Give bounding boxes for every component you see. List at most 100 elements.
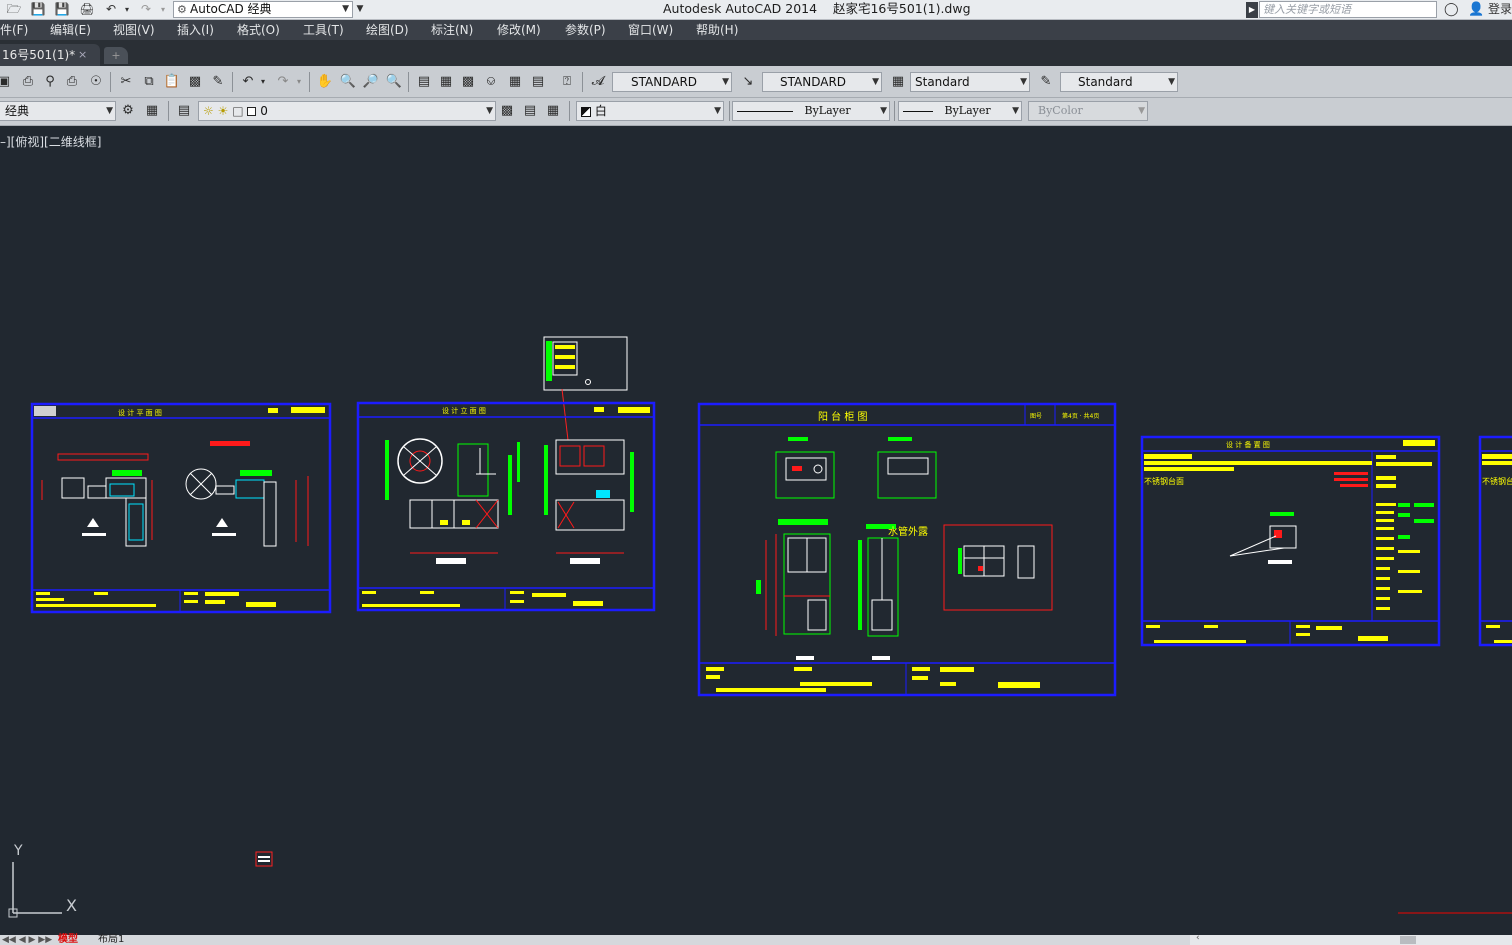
sheet-set-icon[interactable]: ⎉ (481, 72, 501, 92)
close-icon[interactable]: × (78, 44, 87, 66)
customize-icon[interactable]: ▦ (142, 101, 162, 121)
binoculars-icon[interactable]: ◯ (1444, 1, 1459, 18)
publish-icon[interactable]: ⎙ (62, 72, 82, 92)
tool-palettes-icon[interactable]: ▩ (458, 72, 478, 92)
pan-icon[interactable]: ✋ (315, 72, 335, 92)
layer-color-swatch (247, 107, 257, 116)
lineweight-select[interactable]: ByLayer ▼ (898, 101, 1022, 121)
undo-icon[interactable]: ↶ (238, 72, 258, 92)
properties-icon[interactable]: ▤ (414, 72, 434, 92)
open-icon[interactable]: 🗁 (6, 2, 22, 17)
sheet-4-layout: 设 计 备 置 图 不锈钢台面 (1140, 435, 1441, 647)
block-editor-icon[interactable]: ✎ (208, 72, 228, 92)
search-expand-icon[interactable]: ▶ (1246, 2, 1258, 18)
horizontal-scrollbar[interactable]: ‹ (1190, 933, 1512, 945)
menu-edit[interactable]: 编辑(E) (50, 20, 91, 40)
user-icon[interactable]: 👤 (1468, 1, 1484, 18)
toolbar-separator (729, 101, 730, 121)
copy-icon[interactable]: ⧉ (139, 72, 159, 92)
menu-window[interactable]: 窗口(W) (628, 20, 673, 40)
search-input[interactable]: 键入关键字或短语 (1259, 1, 1437, 18)
menu-file[interactable]: 件(F) (0, 20, 28, 40)
toolbar-separator (168, 101, 169, 121)
linetype-select[interactable]: ByLayer ▼ (732, 101, 890, 121)
tab-nav-arrows-icon[interactable]: ◀◀ ◀ ▶ ▶▶ (2, 935, 52, 945)
zoom-window-icon[interactable]: 🔎 (361, 72, 381, 92)
undo-dropdown-icon[interactable]: ▾ (258, 72, 268, 92)
scroll-thumb[interactable] (1400, 936, 1416, 944)
make-current-layer-icon[interactable]: ▩ (497, 101, 517, 121)
3d-dwf-icon[interactable]: ☉ (86, 72, 106, 92)
menu-modify[interactable]: 修改(M) (497, 20, 541, 40)
workspace-label: AutoCAD 经典 (190, 2, 272, 16)
menu-draw[interactable]: 绘图(D) (366, 20, 409, 40)
dimension-style-value: STANDARD (780, 75, 847, 89)
redo-icon[interactable]: ↷ (138, 2, 154, 17)
workspace-select[interactable]: 经典 ▼ (0, 101, 116, 121)
tab-model[interactable]: 模型 (58, 935, 78, 945)
menu-view[interactable]: 视图(V) (113, 20, 155, 40)
sheet-4-note: 不锈钢台面 (1144, 476, 1184, 486)
text-style-select[interactable]: STANDARD ▼ (612, 72, 732, 92)
workspace-switcher[interactable]: ⚙ AutoCAD 经典 ▼ (173, 1, 353, 18)
help-icon[interactable]: ⍰ (557, 72, 577, 92)
undo-dropdown-icon[interactable]: ▾ (122, 2, 132, 17)
menu-dimension[interactable]: 标注(N) (431, 20, 473, 40)
match-properties-icon[interactable]: ▩ (185, 72, 205, 92)
redo-icon[interactable]: ↷ (273, 72, 293, 92)
dimension-style-icon[interactable]: ↘ (738, 72, 758, 92)
sheet-3-balcony: 阳 台 柜 图 图号 第4页 · 共4页 水管外露 (697, 402, 1117, 697)
sun-icon: ☀ (217, 104, 229, 118)
dimension-style-select[interactable]: STANDARD ▼ (762, 72, 882, 92)
layer-state-icon[interactable]: ▦ (543, 101, 563, 121)
sheet-2-title: 设 计 立 面 图 (442, 406, 486, 415)
chevron-down-icon: ▼ (486, 106, 493, 116)
color-select[interactable]: 白 ▼ (576, 101, 724, 121)
table-style-select[interactable]: Standard ▼ (910, 72, 1030, 92)
chevron-down-icon: ▼ (1138, 106, 1145, 116)
menu-bar: 件(F) 编辑(E) 视图(V) 插入(I) 格式(O) 工具(T) 绘图(D)… (0, 20, 1512, 40)
sheet-3-title: 阳 台 柜 图 (818, 410, 868, 423)
zoom-realtime-icon[interactable]: 🔍 (338, 72, 358, 92)
menu-tools[interactable]: 工具(T) (303, 20, 344, 40)
save-icon[interactable]: ▣ (0, 72, 14, 92)
redo-dropdown-icon[interactable]: ▾ (158, 2, 168, 17)
menu-help[interactable]: 帮助(H) (696, 20, 738, 40)
workspace-settings-icon[interactable]: ⚙ (118, 101, 138, 121)
sheet-5-note: 不锈钢台 (1482, 476, 1512, 486)
save-as-icon[interactable]: 💾 (54, 2, 70, 17)
plot-icon[interactable]: ⎙ (18, 72, 38, 92)
layer-select[interactable]: ☼ ☀ □ 0 ▼ (198, 101, 496, 121)
markup-icon[interactable]: ▦ (505, 72, 525, 92)
table-style-icon[interactable]: ▦ (888, 72, 908, 92)
sign-in-link[interactable]: 登录 (1488, 1, 1512, 18)
menu-insert[interactable]: 插入(I) (177, 20, 214, 40)
zoom-previous-icon[interactable]: 🔍 (384, 72, 404, 92)
layer-properties-icon[interactable]: ▤ (174, 101, 194, 121)
plot-preview-icon[interactable]: ⚲ (40, 72, 60, 92)
plot-icon[interactable]: 🖨 (79, 2, 95, 17)
new-tab-button[interactable]: + (104, 47, 128, 64)
sheet-5-partial: 不锈钢台 (1478, 435, 1512, 647)
save-icon[interactable]: 💾 (30, 2, 46, 17)
customize-quick-access-icon[interactable]: ▼ (354, 2, 366, 17)
drawing-canvas[interactable]: 设 计 平 面 图 设 计 立 面 图 阳 台 柜 图 图号 第4页 · 共4页… (0, 127, 1512, 935)
toolbar-separator (309, 72, 310, 92)
scroll-left-icon[interactable]: ‹ (1196, 933, 1200, 943)
multileader-style-select[interactable]: Standard ▼ (1060, 72, 1178, 92)
design-center-icon[interactable]: ▦ (436, 72, 456, 92)
multileader-style-icon[interactable]: ✎ (1036, 72, 1056, 92)
paste-icon[interactable]: 📋 (162, 72, 182, 92)
menu-parametric[interactable]: 参数(P) (565, 20, 606, 40)
calculator-icon[interactable]: ▤ (528, 72, 548, 92)
layer-previous-icon[interactable]: ▤ (520, 101, 540, 121)
text-style-icon[interactable]: 𝓐 (588, 72, 608, 92)
tab-drawing[interactable]: 16号501(1)* × (0, 44, 100, 66)
plotstyle-select: ByColor ▼ (1028, 101, 1148, 121)
undo-icon[interactable]: ↶ (103, 2, 119, 17)
cut-icon[interactable]: ✂ (116, 72, 136, 92)
sheet-4-title: 设 计 备 置 图 (1226, 440, 1270, 449)
tab-layout1[interactable]: 布局1 (98, 935, 124, 945)
menu-format[interactable]: 格式(O) (237, 20, 280, 40)
redo-dropdown-icon[interactable]: ▾ (294, 72, 304, 92)
